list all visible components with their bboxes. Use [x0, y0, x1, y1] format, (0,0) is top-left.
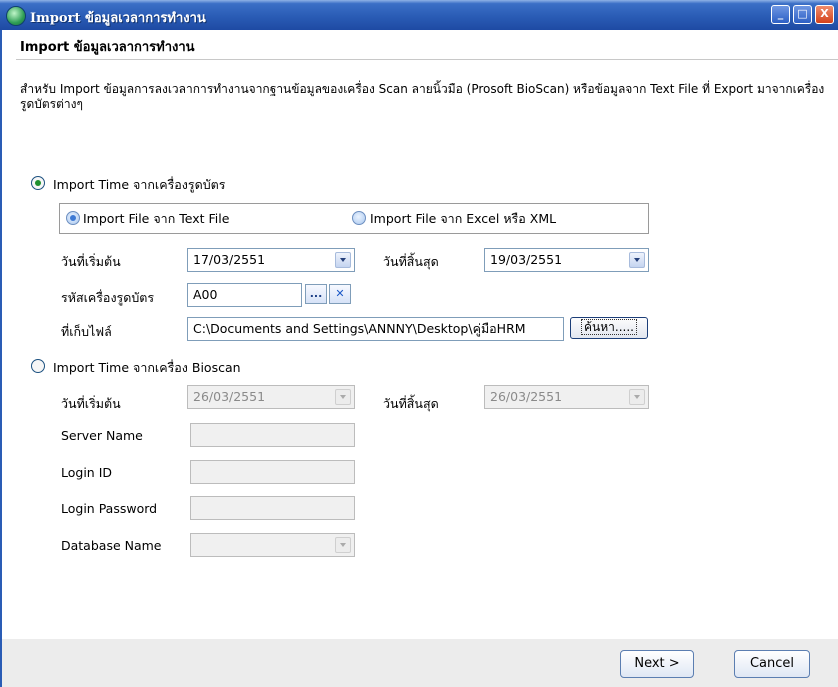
database-name-field[interactable]: [190, 533, 355, 557]
server-name-field[interactable]: [190, 423, 355, 447]
text-file-radio[interactable]: [66, 211, 80, 225]
bioscan-end-date-value: 26/03/2551: [490, 389, 563, 404]
end-date-label: วันที่สิ้นสุด: [383, 254, 439, 269]
database-name-label: Database Name: [61, 538, 162, 553]
window-title: Import ข้อมูลเวลาการทำงาน: [30, 11, 206, 26]
end-date-field[interactable]: 19/03/2551: [484, 248, 649, 272]
import-dialog: Import ข้อมูลเวลาการทำงาน _ □ X Import ข…: [0, 0, 838, 687]
bioscan-start-date-value: 26/03/2551: [193, 389, 266, 404]
page-description: สำหรับ Import ข้อมูลการลงเวลาการทำงานจาก…: [20, 82, 825, 111]
bioscan-radio[interactable]: [31, 359, 45, 373]
chevron-down-icon[interactable]: [335, 252, 351, 268]
bioscan-end-date-label: วันที่สิ้นสุด: [383, 396, 439, 411]
bioscan-label[interactable]: Import Time จากเครื่อง Bioscan: [53, 358, 241, 378]
next-button[interactable]: Next >: [620, 650, 694, 678]
header-divider: [16, 59, 838, 60]
title-bar[interactable]: Import ข้อมูลเวลาการทำงาน _ □ X: [0, 0, 838, 30]
lookup-button[interactable]: ...: [305, 284, 327, 304]
file-path-field[interactable]: C:\Documents and Settings\ANNNY\Desktop\…: [187, 317, 564, 341]
card-reader-label[interactable]: Import Time จากเครื่องรูดบัตร: [53, 175, 226, 195]
server-name-label: Server Name: [61, 428, 143, 443]
end-date-value: 19/03/2551: [490, 252, 563, 267]
file-path-value: C:\Documents and Settings\ANNNY\Desktop\…: [193, 321, 526, 336]
login-password-label: Login Password: [61, 501, 158, 516]
close-button[interactable]: X: [815, 5, 834, 24]
minimize-button[interactable]: _: [771, 5, 790, 24]
cancel-button[interactable]: Cancel: [734, 650, 810, 678]
file-location-label: ที่เก็บไฟล์: [61, 324, 112, 339]
bioscan-start-date-field[interactable]: 26/03/2551: [187, 385, 355, 409]
wizard-footer: [0, 639, 838, 687]
login-id-label: Login ID: [61, 465, 113, 480]
chevron-down-icon[interactable]: [629, 389, 645, 405]
page-title: Import ข้อมูลเวลาการทำงาน: [20, 40, 195, 55]
machine-code-field[interactable]: A00: [187, 283, 302, 307]
machine-code-value: A00: [193, 287, 218, 302]
excel-xml-label[interactable]: Import File จาก Excel หรือ XML: [370, 209, 556, 229]
chevron-down-icon[interactable]: [335, 537, 351, 553]
start-date-label: วันที่เริ่มต้น: [61, 254, 121, 269]
bioscan-start-date-label: วันที่เริ่มต้น: [61, 396, 121, 411]
maximize-button[interactable]: □: [793, 5, 812, 24]
browse-label: ค้นหา.....: [581, 319, 637, 335]
login-id-field[interactable]: [190, 460, 355, 484]
wizard-header: Import ข้อมูลเวลาการทำงาน สำหรับ Import …: [0, 30, 838, 148]
bioscan-end-date-field[interactable]: 26/03/2551: [484, 385, 649, 409]
excel-xml-radio[interactable]: [352, 211, 366, 225]
chevron-down-icon[interactable]: [629, 252, 645, 268]
chevron-down-icon[interactable]: [335, 389, 351, 405]
machine-code-label: รหัสเครื่องรูดบัตร: [61, 290, 155, 305]
browse-button[interactable]: ค้นหา.....: [570, 317, 648, 339]
card-reader-radio[interactable]: [31, 176, 45, 190]
start-date-field[interactable]: 17/03/2551: [187, 248, 355, 272]
start-date-value: 17/03/2551: [193, 252, 266, 267]
clear-icon[interactable]: ✕: [329, 284, 351, 304]
text-file-label[interactable]: Import File จาก Text File: [83, 209, 229, 229]
login-password-field[interactable]: [190, 496, 355, 520]
app-icon: [6, 6, 26, 26]
